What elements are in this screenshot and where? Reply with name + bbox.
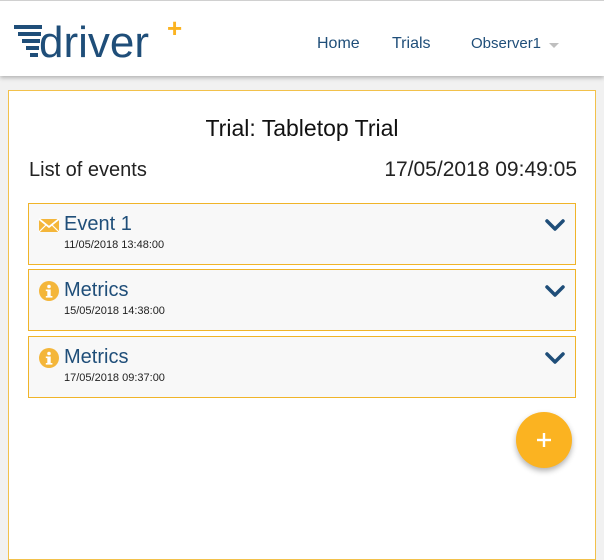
event-date: 15/05/2018 14:38:00 (64, 305, 165, 317)
top-bar: driver + Home Trials Observer1 (0, 0, 604, 76)
trial-title: Trial: Tabletop Trial (205, 115, 399, 141)
event-title: Metrics (64, 279, 129, 301)
chevron-down-icon[interactable] (545, 284, 565, 298)
chevron-down-icon[interactable] (545, 351, 565, 365)
nav-home-link[interactable]: Home (317, 35, 360, 53)
event-title: Metrics (64, 346, 129, 368)
driver-logo[interactable]: driver + (14, 15, 189, 65)
envelope-icon (39, 218, 59, 233)
current-datetime: 17/05/2018 09:49:05 (384, 158, 577, 181)
logo-text: driver (39, 18, 149, 65)
event-item[interactable]: Event 1 11/05/2018 13:48:00 (28, 203, 576, 265)
caret-down-icon[interactable] (549, 43, 559, 48)
event-date: 17/05/2018 09:37:00 (64, 372, 165, 384)
event-title: Event 1 (64, 213, 132, 235)
info-icon (39, 348, 59, 368)
user-menu[interactable]: Observer1 (471, 35, 541, 52)
event-item[interactable]: Metrics 17/05/2018 09:37:00 (28, 336, 576, 398)
add-event-button[interactable] (516, 412, 572, 468)
chevron-down-icon[interactable] (545, 218, 565, 232)
trial-card: Trial: Tabletop Trial List of events 17/… (8, 90, 596, 560)
info-icon (39, 281, 59, 301)
event-date: 11/05/2018 13:48:00 (64, 239, 165, 251)
event-item[interactable]: Metrics 15/05/2018 14:38:00 (28, 269, 576, 331)
plus-icon (537, 433, 551, 447)
logo-plus: + (167, 15, 182, 43)
nav-trials-link[interactable]: Trials (392, 35, 431, 53)
list-title: List of events (29, 159, 147, 181)
